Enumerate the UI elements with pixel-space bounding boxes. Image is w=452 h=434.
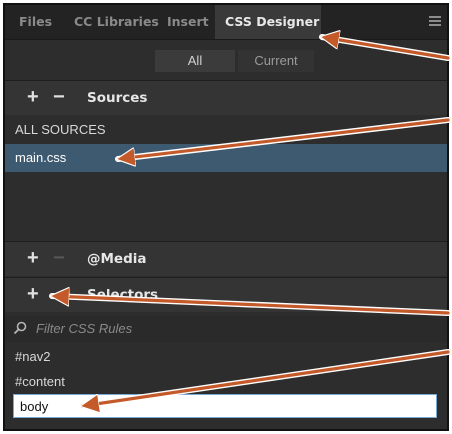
selector-item-content[interactable]: #content	[5, 369, 447, 395]
tab-files[interactable]: Files	[11, 5, 69, 39]
source-item-all[interactable]: ALL SOURCES	[5, 117, 447, 143]
tab-css-designer[interactable]: CSS Designer	[215, 5, 321, 39]
filter-placeholder: Filter CSS Rules	[36, 321, 133, 336]
media-title: @Media	[87, 251, 147, 267]
tab-cc-libraries[interactable]: CC Libraries	[66, 5, 162, 39]
sources-title: Sources	[87, 90, 148, 106]
hamburger-menu-icon[interactable]	[429, 16, 441, 27]
remove-source-button[interactable]: −	[53, 87, 65, 107]
source-item-main-css[interactable]: main.css	[5, 144, 447, 172]
new-selector-input[interactable]	[13, 394, 437, 418]
remove-media-button[interactable]: −	[53, 248, 65, 268]
css-designer-panel: Files CC Libraries Insert CSS Designer A…	[3, 3, 449, 431]
search-icon	[13, 321, 27, 335]
add-selector-button[interactable]: +	[27, 284, 39, 304]
toggle-current-button[interactable]: Current	[238, 50, 314, 72]
selectors-title: Selectors	[87, 287, 159, 303]
source-view-toggle: All Current	[5, 40, 447, 78]
selectors-header: + Selectors	[5, 277, 447, 312]
filter-css-rules[interactable]: Filter CSS Rules	[5, 316, 447, 342]
add-media-button[interactable]: +	[27, 248, 39, 268]
panel-tab-bar: Files CC Libraries Insert CSS Designer	[5, 5, 447, 40]
media-header: + − @Media	[5, 241, 447, 276]
selector-item-nav2[interactable]: #nav2	[5, 344, 447, 370]
sources-header: + − Sources	[5, 80, 447, 115]
sources-empty-area	[5, 188, 447, 244]
add-source-button[interactable]: +	[27, 87, 39, 107]
tab-insert[interactable]: Insert	[161, 5, 217, 39]
toggle-all-button[interactable]: All	[155, 50, 235, 72]
